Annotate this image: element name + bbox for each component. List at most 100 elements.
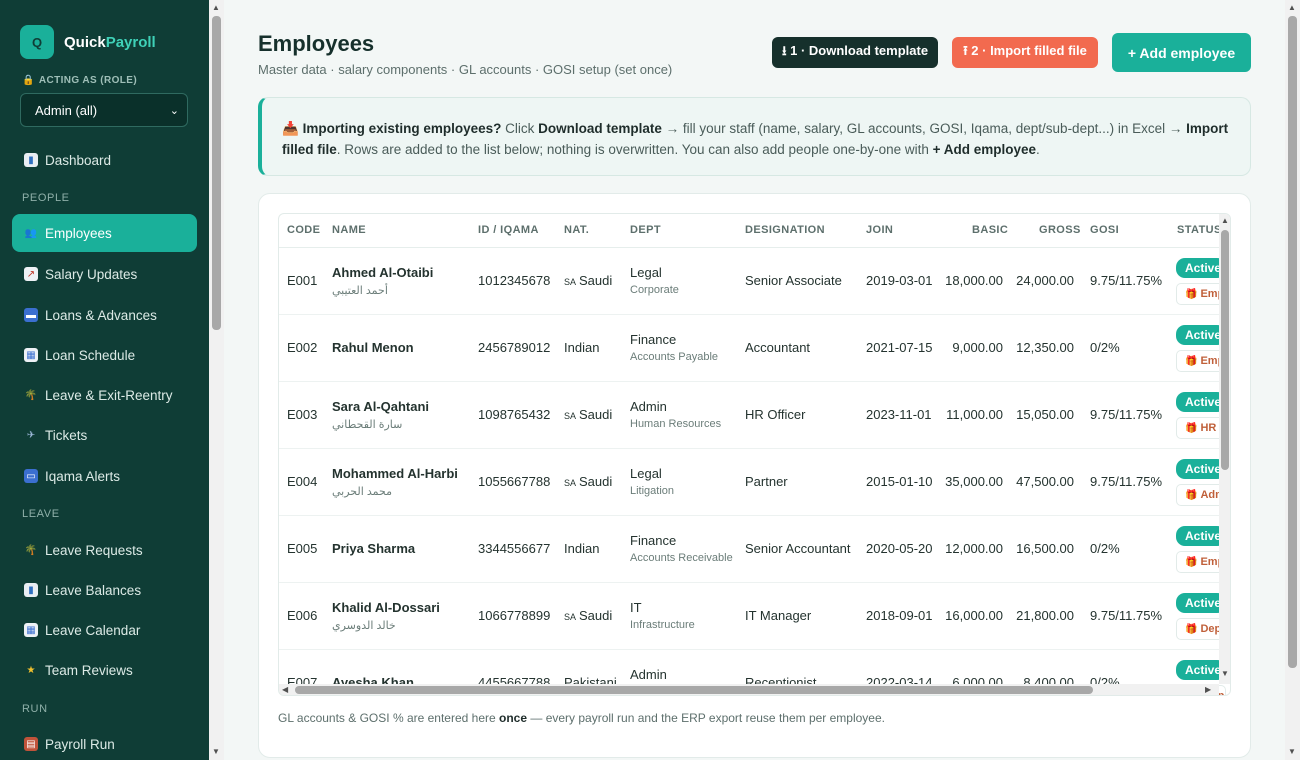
employee-designation: Senior Accountant xyxy=(745,541,851,556)
import-info-banner: 📥 Importing existing employees? Click Do… xyxy=(258,97,1251,176)
flag-icon: SA xyxy=(564,478,577,488)
table-horizontal-scroll-thumb[interactable] xyxy=(295,686,1093,694)
page-title: Employees xyxy=(258,31,375,56)
scroll-up-arrow-icon[interactable]: ▲ xyxy=(212,3,220,12)
column-header[interactable]: GROSS xyxy=(1039,224,1081,236)
sidebar-item-payroll-run[interactable]: ▤ Payroll Run xyxy=(12,725,197,760)
employee-dept: Legal xyxy=(630,265,662,280)
table-vertical-scrollbar[interactable]: ▲ ▼ xyxy=(1219,214,1230,684)
employee-join-date: 2023-11-01 xyxy=(866,407,932,422)
nationality-label: Saudi xyxy=(579,407,613,422)
info-text-strong: + Add employee xyxy=(932,142,1037,157)
employee-dept: Legal xyxy=(630,466,662,481)
import-file-button[interactable]: ⭱ 2 · Import filled file xyxy=(952,37,1098,68)
table-vertical-scroll-thumb[interactable] xyxy=(1221,230,1229,470)
column-header[interactable]: CODE xyxy=(287,224,320,236)
employee-name[interactable]: Mohammed Al-Harbi xyxy=(332,466,458,481)
employee-name[interactable]: Khalid Al-Dossari xyxy=(332,600,440,615)
role-label-text: ACTING AS (ROLE) xyxy=(38,75,138,86)
role-select[interactable]: Admin (all) ⌄ xyxy=(20,93,188,127)
employee-dept: Admin xyxy=(630,399,667,414)
brand[interactable]: Q QuickPayroll xyxy=(20,25,156,59)
column-header[interactable]: STATUS xyxy=(1177,224,1222,236)
employee-basic: 16,000.00 xyxy=(945,608,1003,623)
employee-basic: 11,000.00 xyxy=(946,407,1003,422)
app-logo: Q xyxy=(20,25,54,59)
column-header[interactable]: DEPT xyxy=(630,224,661,236)
scroll-up-arrow-icon[interactable]: ▲ xyxy=(1221,216,1229,225)
employee-name[interactable]: Rahul Menon xyxy=(332,340,414,355)
footnote-emphasis: once xyxy=(499,711,528,725)
sidebar-item-employees[interactable]: 👥 Employees xyxy=(12,214,197,252)
sidebar-item-label: Team Reviews xyxy=(45,662,133,678)
employee-id: 1012345678 xyxy=(478,273,551,288)
column-header[interactable]: NAME xyxy=(332,224,366,236)
sidebar-item-iqama-alerts[interactable]: ▭ Iqama Alerts xyxy=(12,457,197,495)
column-header[interactable]: JOIN xyxy=(866,224,893,236)
flag-icon: SA xyxy=(564,277,577,287)
sidebar-item-loan-schedule[interactable]: ▦ Loan Schedule xyxy=(12,336,197,374)
employee-id: 1066778899 xyxy=(478,608,551,623)
column-header[interactable]: GOSI xyxy=(1090,224,1119,236)
table-row[interactable]: E001 Ahmed Al-Otaibi أحمد العتيبي 101234567… xyxy=(279,248,1226,315)
scroll-right-arrow-icon[interactable]: ▶ xyxy=(1205,685,1211,694)
nav-section-leave: LEAVE xyxy=(22,508,60,520)
table-row[interactable]: E003 Sara Al-Qahtani سارة القحطاني 10987654… xyxy=(279,382,1226,449)
employee-nationality: SA Saudi xyxy=(564,273,612,288)
table-row[interactable]: E004 Mohammed Al-Harbi محمد الحربي 10556677… xyxy=(279,449,1226,516)
employee-dept: Finance xyxy=(630,332,677,347)
employee-name-arabic: سارة القحطاني xyxy=(332,419,403,431)
sidebar-item-label: Iqama Alerts xyxy=(45,468,121,484)
id-card-icon: ▭ xyxy=(24,469,38,483)
sidebar-item-loans[interactable]: ▬ Loans & Advances xyxy=(12,296,197,334)
scroll-down-arrow-icon[interactable]: ▼ xyxy=(1288,747,1296,756)
sidebar-item-leave-exit[interactable]: 🌴 Leave & Exit-Reentry xyxy=(12,376,197,414)
gift-icon: 🎁 xyxy=(1185,289,1198,300)
column-header[interactable]: BASIC xyxy=(972,224,1008,236)
column-header[interactable]: NAT. xyxy=(564,224,589,236)
employee-designation: Partner xyxy=(745,474,788,489)
employees-card: CODE NAME ID / IQAMA NAT. DEPT DESIGNATI… xyxy=(258,193,1251,758)
sidebar-item-leave-calendar[interactable]: ▦ Leave Calendar xyxy=(12,611,197,649)
table-horizontal-scrollbar[interactable]: ◀ ▶ xyxy=(279,684,1219,695)
employee-gross: 16,500.00 xyxy=(1016,541,1074,556)
scroll-left-arrow-icon[interactable]: ◀ xyxy=(282,685,288,694)
employee-join-date: 2015-01-10 xyxy=(866,474,933,489)
employee-name[interactable]: Priya Sharma xyxy=(332,541,415,556)
download-template-button[interactable]: ⭳ 1 · Download template xyxy=(772,37,938,68)
employee-name[interactable]: Ahmed Al-Otaibi xyxy=(332,265,433,280)
sidebar-item-team-reviews[interactable]: ★ Team Reviews xyxy=(12,651,197,689)
lock-icon: 🔒 xyxy=(22,75,35,86)
table-row[interactable]: E006 Khalid Al-Dossari خالد الدوسري 1066778… xyxy=(279,583,1226,650)
scroll-up-arrow-icon[interactable]: ▲ xyxy=(1288,3,1296,12)
sidebar-item-label: Loans & Advances xyxy=(45,307,157,323)
employee-name-arabic: خالد الدوسري xyxy=(332,620,396,632)
sidebar-item-label: Loan Schedule xyxy=(45,347,136,363)
sidebar-item-tickets[interactable]: ✈ Tickets xyxy=(12,416,197,454)
nationality-label: Saudi xyxy=(579,273,613,288)
page-scrollbar[interactable]: ▲ ▼ xyxy=(1285,0,1300,760)
sidebar-scroll-thumb[interactable] xyxy=(212,16,221,330)
add-employee-button[interactable]: + Add employee xyxy=(1112,33,1251,72)
sidebar-item-label: Leave & Exit-Reentry xyxy=(45,387,173,403)
column-header[interactable]: DESIGNATION xyxy=(745,224,825,236)
sidebar-item-leave-requests[interactable]: 🌴 Leave Requests xyxy=(12,531,197,569)
sidebar-item-leave-balances[interactable]: ▮ Leave Balances xyxy=(12,571,197,609)
employee-code: E001 xyxy=(287,273,318,288)
scroll-down-arrow-icon[interactable]: ▼ xyxy=(1221,669,1229,678)
sidebar-scrollbar[interactable]: ▲ ▼ xyxy=(209,0,224,760)
sidebar-item-salary-updates[interactable]: ↗ Salary Updates xyxy=(12,255,197,293)
table-row[interactable]: E005 Priya Sharma 3344556677 Indian Finance A… xyxy=(279,516,1226,583)
page-scroll-thumb[interactable] xyxy=(1288,16,1297,668)
sidebar-item-label: Leave Balances xyxy=(45,582,142,598)
employee-id: 3344556677 xyxy=(478,541,551,556)
table-row[interactable]: E002 Rahul Menon 2456789012 Indian Finance Ac… xyxy=(279,315,1226,382)
sidebar-item-dashboard[interactable]: ▮ Dashboard xyxy=(12,141,197,179)
employee-join-date: 2018-09-01 xyxy=(866,608,933,623)
employee-name[interactable]: Sara Al-Qahtani xyxy=(332,399,429,414)
column-header[interactable]: ID / IQAMA xyxy=(478,224,539,236)
nav-section-run: RUN xyxy=(22,703,48,715)
role-badge-label: HR xyxy=(1200,422,1217,434)
scroll-down-arrow-icon[interactable]: ▼ xyxy=(212,747,220,756)
employee-basic: 35,000.00 xyxy=(945,474,1003,489)
